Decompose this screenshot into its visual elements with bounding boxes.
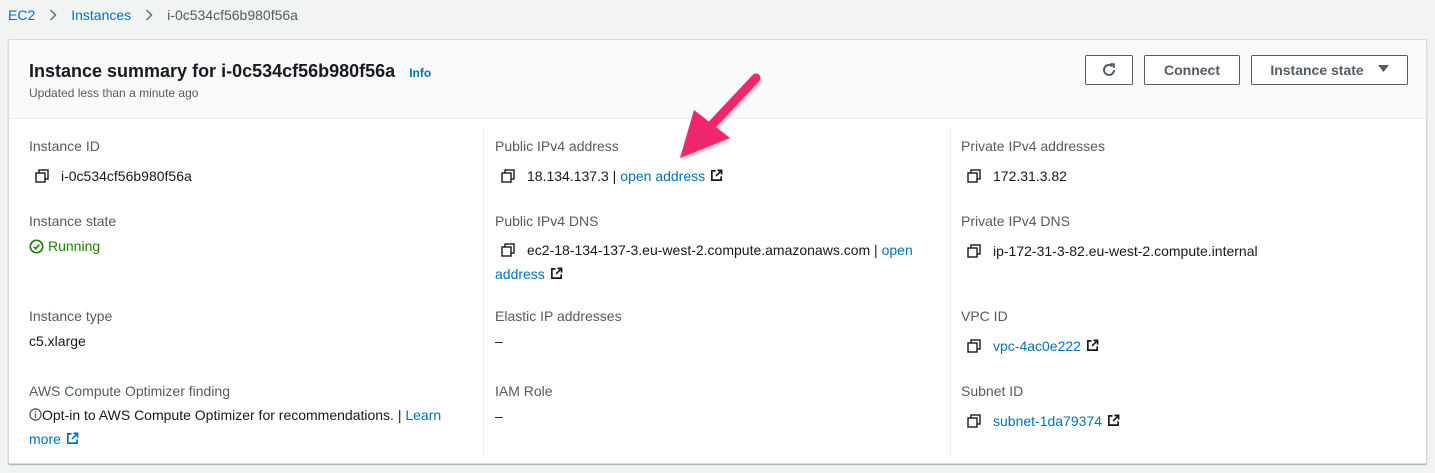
optimizer-description: Opt-in to AWS Compute Optimizer for reco… — [42, 407, 402, 423]
instance-state-label: Instance state — [1270, 62, 1364, 78]
external-link-icon — [1086, 339, 1099, 351]
elastic-ip-value: – — [495, 333, 503, 349]
field-iam-role: IAM Role – — [495, 381, 553, 426]
chevron-right-icon — [49, 9, 57, 21]
breadcrumb-ec2[interactable]: EC2 — [8, 7, 35, 23]
field-label: Private IPv4 addresses — [961, 138, 1105, 154]
field-elastic-ip: Elastic IP addresses – — [495, 306, 622, 351]
external-link-icon — [550, 267, 563, 279]
chevron-right-icon — [145, 9, 153, 21]
column-divider — [950, 128, 951, 457]
copy-icon[interactable] — [35, 169, 49, 183]
column-divider — [483, 128, 484, 457]
updated-subtitle: Updated less than a minute ago — [29, 86, 199, 100]
copy-icon[interactable] — [501, 243, 515, 257]
subnet-id-value: subnet-1da79374 — [993, 413, 1102, 429]
public-dns-text: ec2-18-134-137-3.eu-west-2.compute.amazo… — [495, 238, 940, 286]
refresh-icon — [1103, 63, 1115, 76]
instance-state-dropdown[interactable]: Instance state — [1251, 55, 1408, 85]
breadcrumb-current: i-0c534cf56b980f56a — [167, 7, 298, 23]
public-dns-value: ec2-18-134-137-3.eu-west-2.compute.amazo… — [527, 242, 878, 258]
field-label: AWS Compute Optimizer finding — [29, 383, 230, 399]
field-label: Subnet ID — [961, 383, 1024, 399]
field-label: Elastic IP addresses — [495, 308, 622, 324]
field-label: Instance ID — [29, 138, 100, 154]
breadcrumb: EC2 Instances i-0c534cf56b980f56a — [8, 5, 298, 25]
external-link-icon — [1108, 414, 1120, 426]
field-instance-state: Instance state Running — [29, 211, 116, 256]
external-link-icon — [66, 432, 79, 444]
copy-icon[interactable] — [967, 169, 981, 183]
field-private-ipv4: Private IPv4 addresses 172.31.3.82 — [961, 136, 1105, 186]
field-subnet-id: Subnet ID subnet-1da79374 — [961, 381, 1120, 431]
status-badge: Running — [29, 236, 116, 256]
field-label: Instance type — [29, 308, 113, 324]
open-address-part2: address — [495, 266, 545, 282]
vpc-id-value: vpc-4ac0e222 — [993, 338, 1081, 354]
connect-button[interactable]: Connect — [1144, 55, 1240, 85]
copy-icon[interactable] — [501, 169, 515, 183]
annotation-arrow-icon — [680, 73, 761, 158]
copy-icon[interactable] — [967, 244, 981, 258]
subnet-id-link[interactable]: subnet-1da79374 — [993, 411, 1120, 431]
open-address-part1: open — [881, 242, 913, 258]
field-instance-type: Instance type c5.xlarge — [29, 306, 112, 351]
caret-down-icon — [1377, 64, 1389, 76]
public-ipv4-value: 18.134.137.3 | — [527, 168, 617, 184]
field-label: Instance state — [29, 213, 117, 229]
instance-id-value: i-0c534cf56b980f56a — [61, 168, 192, 184]
copy-icon[interactable] — [967, 414, 981, 428]
field-label: Public IPv4 DNS — [495, 213, 599, 229]
field-private-dns: Private IPv4 DNS ip-172-31-3-82.eu-west-… — [961, 211, 1258, 261]
field-label: IAM Role — [495, 383, 553, 399]
iam-role-value: – — [495, 408, 503, 424]
field-label: VPC ID — [961, 308, 1008, 324]
learn-more-part2: more — [29, 431, 61, 447]
copy-icon[interactable] — [967, 339, 981, 353]
field-label: Private IPv4 DNS — [961, 213, 1070, 229]
optimizer-text: Opt-in to AWS Compute Optimizer for reco… — [29, 403, 469, 451]
refresh-button[interactable] — [1085, 55, 1133, 85]
private-ipv4-value: 172.31.3.82 — [993, 168, 1067, 184]
private-dns-value: ip-172-31-3-82.eu-west-2.compute.interna… — [993, 243, 1258, 259]
instance-state-value: Running — [48, 238, 101, 254]
info-circle-icon — [29, 408, 42, 421]
learn-more-part1: Learn — [405, 407, 442, 423]
instance-type-value: c5.xlarge — [29, 333, 86, 349]
page-title: Instance summary for i-0c534cf56b980f56a — [29, 61, 396, 81]
field-compute-optimizer: AWS Compute Optimizer finding Opt-in to … — [29, 381, 469, 451]
field-instance-id: Instance ID i-0c534cf56b980f56a — [29, 136, 192, 186]
vpc-id-link[interactable]: vpc-4ac0e222 — [993, 336, 1099, 356]
field-public-dns: Public IPv4 DNS ec2-18-134-137-3.eu-west… — [495, 211, 940, 286]
check-circle-icon — [29, 238, 44, 254]
field-vpc-id: VPC ID vpc-4ac0e222 — [961, 306, 1099, 356]
breadcrumb-instances[interactable]: Instances — [71, 7, 131, 23]
info-link[interactable]: Info — [409, 66, 431, 80]
